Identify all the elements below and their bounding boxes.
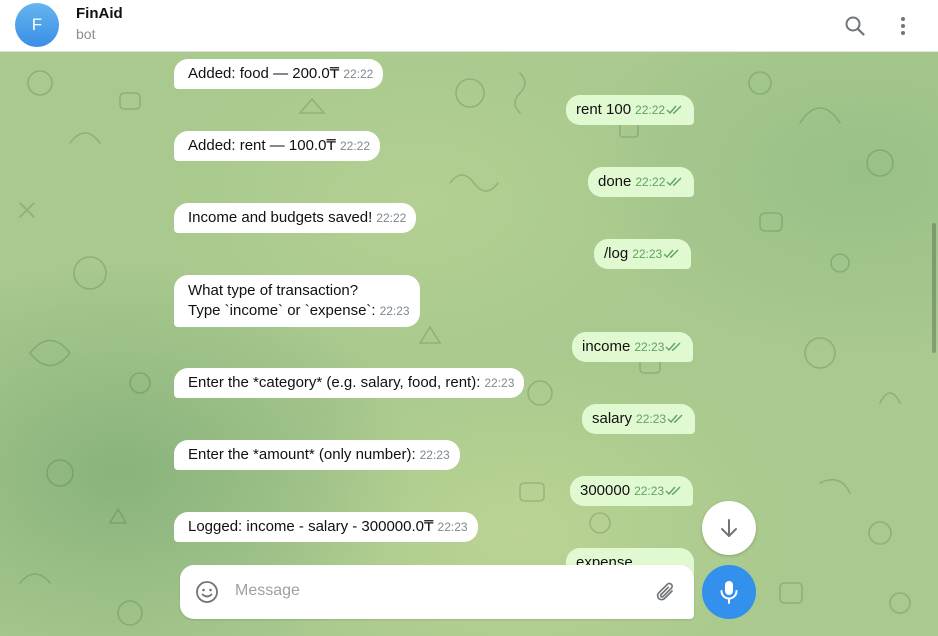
bot-command-link[interactable]: /log bbox=[604, 245, 628, 262]
more-vertical-icon bbox=[901, 17, 905, 35]
message-outgoing[interactable]: income 22:23 bbox=[572, 332, 694, 362]
message-text: salary bbox=[592, 410, 633, 427]
avatar[interactable]: F bbox=[15, 3, 59, 47]
message-text-line: What type of transaction? bbox=[188, 282, 359, 299]
message-outgoing[interactable]: /log 22:23 bbox=[594, 239, 692, 269]
double-check-icon bbox=[665, 342, 681, 352]
message-text: Income and budgets saved! bbox=[188, 209, 373, 226]
message-time: 22:22 bbox=[343, 67, 374, 81]
message-outgoing[interactable]: 300000 22:23 bbox=[570, 476, 694, 506]
message-time: 22:22 bbox=[635, 175, 666, 189]
message-incoming[interactable]: Enter the *category* (e.g. salary, food,… bbox=[174, 368, 525, 398]
message-text: done bbox=[598, 173, 632, 190]
message-time: 22:23 bbox=[484, 376, 515, 390]
message-time: 22:23 bbox=[634, 340, 665, 354]
message-outgoing[interactable]: done 22:22 bbox=[588, 167, 695, 197]
microphone-icon bbox=[720, 581, 738, 604]
message-time: 22:23 bbox=[636, 412, 667, 426]
message-incoming[interactable]: Added: rent — 100.0₸ 22:22 bbox=[174, 131, 381, 161]
message-outgoing[interactable]: rent 100 22:22 bbox=[566, 95, 695, 125]
message-text-line: Type `income` or `expense`: bbox=[188, 302, 376, 319]
search-button[interactable] bbox=[837, 8, 873, 44]
message-composer: Message bbox=[180, 565, 694, 619]
message-text: Logged: income - salary - 300000.0₸ bbox=[188, 518, 434, 535]
message-time: 22:22 bbox=[339, 139, 371, 153]
message-text: Enter the *amount* (only number): bbox=[188, 446, 416, 463]
double-check-icon bbox=[665, 486, 681, 496]
message-text: 300000 bbox=[580, 482, 631, 499]
message-incoming[interactable]: Income and budgets saved! 22:22 bbox=[174, 203, 417, 233]
double-check-icon bbox=[663, 249, 679, 259]
message-incoming[interactable]: Enter the *amount* (only number): 22:23 bbox=[174, 440, 460, 470]
emoji-icon bbox=[196, 581, 218, 603]
double-check-icon bbox=[666, 105, 682, 115]
message-incoming[interactable]: Added: food — 200.0₸ 22:22 bbox=[174, 59, 384, 89]
paperclip-icon bbox=[656, 582, 673, 601]
scrollbar[interactable] bbox=[932, 223, 936, 353]
chat-header: F FinAid bot bbox=[0, 0, 938, 52]
message-text: Enter the *category* (e.g. salary, food,… bbox=[188, 374, 481, 391]
message-time: 22:23 bbox=[419, 448, 450, 462]
message-time: 22:22 bbox=[376, 211, 407, 225]
attach-button[interactable] bbox=[652, 579, 680, 607]
background-pattern bbox=[19, 63, 911, 626]
message-time: 22:22 bbox=[635, 103, 666, 117]
message-outgoing[interactable]: salary 22:23 bbox=[582, 404, 696, 434]
search-icon bbox=[845, 16, 865, 36]
message-incoming[interactable]: Logged: income - salary - 300000.0₸ 22:23 bbox=[174, 512, 478, 542]
emoji-button[interactable] bbox=[193, 578, 221, 606]
message-input[interactable]: Message bbox=[235, 582, 300, 600]
double-check-icon bbox=[666, 177, 682, 187]
arrow-down-icon bbox=[721, 519, 737, 537]
message-time: 22:23 bbox=[634, 484, 665, 498]
message-text: Added: rent — 100.0₸ bbox=[188, 137, 336, 154]
message-list[interactable]: Added: food — 200.0₸ 22:22 rent 100 22:22 … bbox=[0, 53, 938, 636]
message-time: 22:23 bbox=[379, 304, 410, 318]
scroll-to-bottom-button[interactable] bbox=[702, 501, 756, 555]
message-text: Added: food — 200.0₸ bbox=[188, 65, 340, 82]
message-incoming[interactable]: What type of transaction? Type `income` … bbox=[174, 275, 420, 327]
message-text: income bbox=[582, 338, 631, 355]
more-button[interactable] bbox=[885, 8, 921, 44]
message-time: 22:23 bbox=[437, 520, 468, 534]
voice-record-button[interactable] bbox=[702, 565, 756, 619]
message-time: 22:23 bbox=[632, 247, 663, 261]
chat-subtitle: bot bbox=[76, 26, 96, 42]
double-check-icon bbox=[667, 414, 683, 424]
chat-title[interactable]: FinAid bbox=[76, 5, 123, 22]
message-text: rent 100 bbox=[576, 101, 632, 118]
